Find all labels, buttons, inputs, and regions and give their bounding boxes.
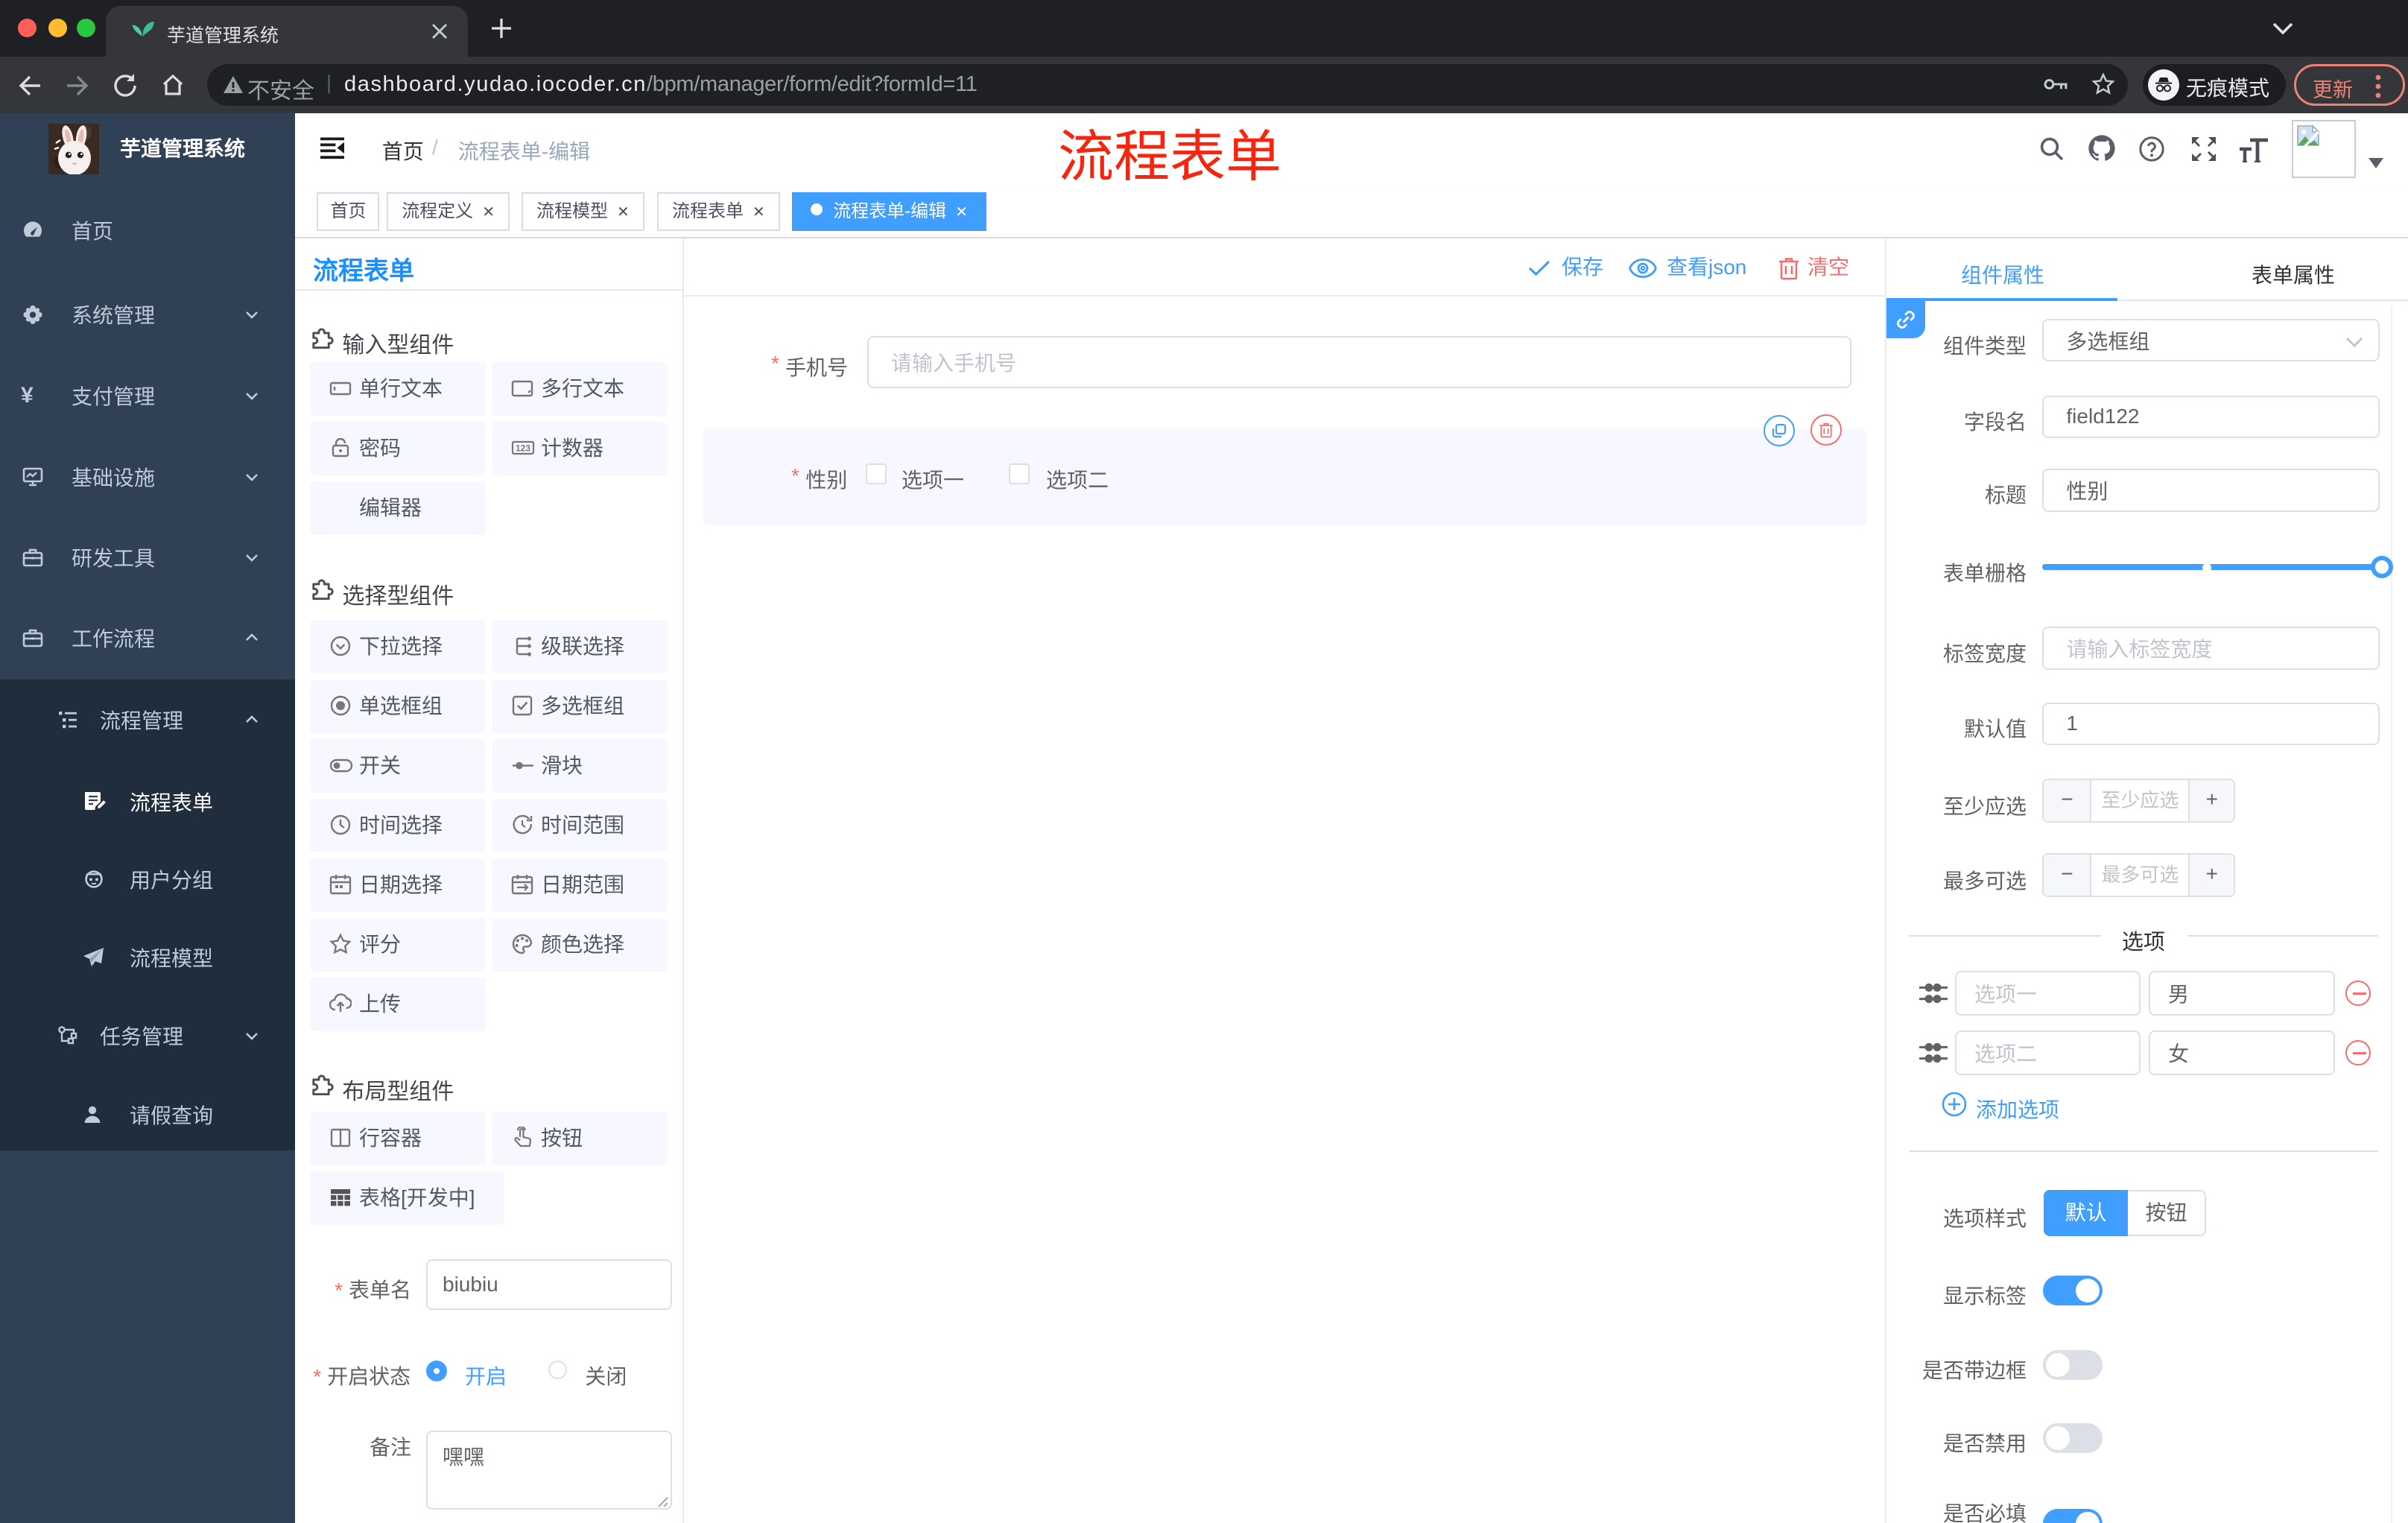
- svg-text:123: 123: [516, 443, 530, 454]
